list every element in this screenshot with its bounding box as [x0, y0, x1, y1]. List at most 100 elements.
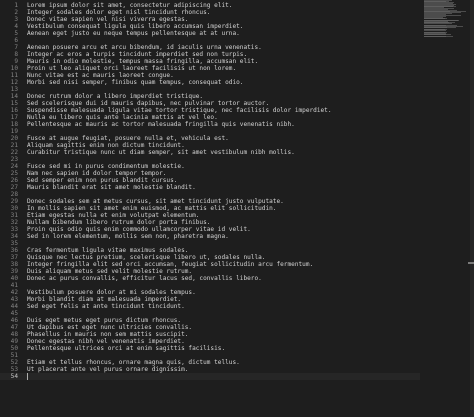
code-line[interactable]: 4 Vestibulum consequat ligula quis libero…: [0, 23, 420, 30]
code-line[interactable]: 21 Aliquam sagittis enim non dictum tinci…: [0, 142, 420, 149]
code-line[interactable]: 14 Donec rutrum dolor a libero imperdiet …: [0, 93, 420, 100]
code-line[interactable]: 47 Ut dapibus est eget nunc ultricies con…: [0, 324, 420, 331]
code-line[interactable]: 7 Aenean posuere arcu et arcu bibendum, i…: [0, 44, 420, 51]
line-number: 29: [10, 198, 18, 205]
line-text: Fusce sed mi in purus condimentum molest…: [27, 163, 185, 170]
line-text: Donec sodales sem at metus cursus, sit a…: [27, 198, 284, 205]
line-number: 2: [14, 9, 18, 16]
code-line[interactable]: 29 Donec sodales sem at metus cursus, sit…: [0, 198, 420, 205]
line-number: 50: [10, 345, 18, 352]
line-text: Duis eget metus eget purus dictum rhoncu…: [27, 317, 182, 324]
code-line[interactable]: 18 Pellentesque ac mauris ac tortor males…: [0, 121, 420, 128]
line-number: 20: [10, 135, 18, 142]
code-line[interactable]: 35: [0, 240, 420, 247]
line-text: Donec egestas nibh vel venenatis imperdi…: [27, 338, 185, 345]
code-line[interactable]: 50 Pellentesque ultrices orci at enim sag…: [0, 345, 420, 352]
code-line[interactable]: 22 Curabitur tristique nunc ut diam sempe…: [0, 149, 420, 156]
line-text: Pellentesque ac mauris ac tortor malesua…: [27, 121, 295, 128]
line-number: 46: [10, 317, 18, 324]
code-line[interactable]: 39 Duis aliquam metus sed velit molestie …: [0, 268, 420, 275]
code-line[interactable]: 10 Proin ut leo aliquet orci laoreet faci…: [0, 65, 420, 72]
line-number: 27: [10, 184, 18, 191]
code-line[interactable]: 26 Sed semper enim non purus blandit curs…: [0, 177, 420, 184]
line-text: Mauris in odio molestie, tempus massa fr…: [27, 58, 259, 65]
line-text: Integer sodales dolor eget nisl tincidun…: [27, 9, 211, 16]
code-line[interactable]: 1 Lorem ipsum dolor sit amet, consectetur…: [0, 2, 420, 9]
line-number: 24: [10, 163, 18, 170]
code-line[interactable]: 46 Duis eget metus eget purus dictum rhon…: [0, 317, 420, 324]
line-text: Aenean eget justo eu neque tempus pellen…: [27, 30, 240, 37]
code-line[interactable]: 9 Mauris in odio molestie, tempus massa f…: [0, 58, 420, 65]
line-text: Sed semper enim non purus blandit cursus…: [27, 177, 178, 184]
code-line[interactable]: 40 Donec ac purus convallis, efficitur la…: [0, 275, 420, 282]
code-line[interactable]: 44 Sed eget felis at ante tincidunt tinci…: [0, 303, 420, 310]
code-line[interactable]: 28: [0, 191, 420, 198]
code-line[interactable]: 16 Suspendisse malesuada ligula vitae tor…: [0, 107, 420, 114]
line-number: 30: [10, 205, 18, 212]
line-text: Integer ac eros a turpis tincidunt imper…: [27, 51, 248, 58]
code-line[interactable]: 2 Integer sodales dolor eget nisl tincidu…: [0, 9, 420, 16]
code-line[interactable]: 38 Integer fringilla elit sed orci accums…: [0, 261, 420, 268]
code-line[interactable]: 24 Fusce sed mi in purus condimentum mole…: [0, 163, 420, 170]
code-line[interactable]: 5 Aenean eget justo eu neque tempus pelle…: [0, 30, 420, 37]
code-line[interactable]: 19: [0, 128, 420, 135]
code-line[interactable]: 12 Morbi sed nisi semper, finibus quam te…: [0, 79, 420, 86]
code-line[interactable]: 23: [0, 156, 420, 163]
line-number: 45: [10, 310, 18, 317]
code-line[interactable]: 53 Ut placerat ante vel purus ornare dign…: [0, 366, 420, 373]
line-number: 49: [10, 338, 18, 345]
line-text: Ut dapibus est eget nunc ultricies conva…: [27, 324, 193, 331]
line-number: 26: [10, 177, 18, 184]
line-number: 25: [10, 170, 18, 177]
code-line[interactable]: 6: [0, 37, 420, 44]
code-line[interactable]: 30 In mollis sapien sit amet enim euismod…: [0, 205, 420, 212]
line-text: Proin ut leo aliquet orci laoreet facili…: [27, 65, 237, 72]
line-number: 44: [10, 303, 18, 310]
line-number: 52: [10, 359, 18, 366]
code-line[interactable]: 3 Donec vitae sapien vel nisi viverra ege…: [0, 16, 420, 23]
code-line[interactable]: 32 Nullam bibendum libero rutrum dolor po…: [0, 219, 420, 226]
code-editor[interactable]: 1 Lorem ipsum dolor sit amet, consectetur…: [0, 0, 474, 417]
code-line[interactable]: 8 Integer ac eros a turpis tincidunt impe…: [0, 51, 420, 58]
line-number: 5: [14, 30, 18, 37]
code-line[interactable]: 33 Proin quis odio quis enim commodo ulla…: [0, 226, 420, 233]
line-text: Cras fermentum ligula vitae maximus soda…: [27, 247, 189, 254]
line-text: In mollis sapien sit amet enim euismod, …: [27, 205, 277, 212]
code-line[interactable]: 42 Vestibulum posuere dolor at mi sodales…: [0, 289, 420, 296]
code-line[interactable]: 17 Nulla eu libero quis ante lacinia matt…: [0, 114, 420, 121]
code-line[interactable]: 20 Fusce at augue feugiat, posuere nulla …: [0, 135, 420, 142]
line-number: 11: [10, 72, 18, 79]
line-text: Lorem ipsum dolor sit amet, consectetur …: [27, 2, 233, 9]
code-line[interactable]: 45: [0, 310, 420, 317]
vertical-scrollbar[interactable]: [468, 0, 474, 417]
line-number: 37: [10, 254, 18, 261]
code-line[interactable]: 41: [0, 282, 420, 289]
code-line[interactable]: 36 Cras fermentum ligula vitae maximus so…: [0, 247, 420, 254]
code-line[interactable]: 54: [0, 373, 420, 380]
code-line[interactable]: 49 Donec egestas nibh vel venenatis imper…: [0, 338, 420, 345]
code-line[interactable]: 52 Etiam et tellus rhoncus, ornare magna …: [0, 359, 420, 366]
line-number: 34: [10, 233, 18, 240]
line-text: Pellentesque ultrices orci at enim sagit…: [27, 345, 226, 352]
code-line[interactable]: 43 Morbi blandit diam at malesuada imperd…: [0, 296, 420, 303]
line-text: Morbi sed nisi semper, finibus quam temp…: [27, 79, 244, 86]
code-line[interactable]: 51: [0, 352, 420, 359]
text-cursor: [27, 373, 28, 380]
code-line[interactable]: 37 Quisque nec lectus pretium, scelerisqu…: [0, 254, 420, 261]
code-line[interactable]: 11 Nunc vitae est ac mauris laoreet congu…: [0, 72, 420, 79]
line-number: 51: [10, 352, 18, 359]
line-number: 32: [10, 219, 18, 226]
code-line[interactable]: 25 Nam nec sapien id dolor tempor tempor.: [0, 170, 420, 177]
code-line[interactable]: 34 Sed in lorem elementum, mollis sem non…: [0, 233, 420, 240]
text-area[interactable]: 1 Lorem ipsum dolor sit amet, consectetur…: [0, 0, 420, 417]
minimap[interactable]: [424, 0, 470, 40]
line-text: Nam nec sapien id dolor tempor tempor.: [27, 170, 167, 177]
code-line[interactable]: 13: [0, 86, 420, 93]
code-line[interactable]: 15 Sed scelerisque dui id mauris dapibus,…: [0, 100, 420, 107]
line-number: 12: [10, 79, 18, 86]
code-line[interactable]: 31 Etiam egestas nulla et enim volutpat e…: [0, 212, 420, 219]
minimap-line: [424, 36, 446, 38]
code-line[interactable]: 27 Mauris blandit erat sit amet molestie …: [0, 184, 420, 191]
line-number: 18: [10, 121, 18, 128]
code-line[interactable]: 48 Phasellus in mauris non sem mattis sus…: [0, 331, 420, 338]
